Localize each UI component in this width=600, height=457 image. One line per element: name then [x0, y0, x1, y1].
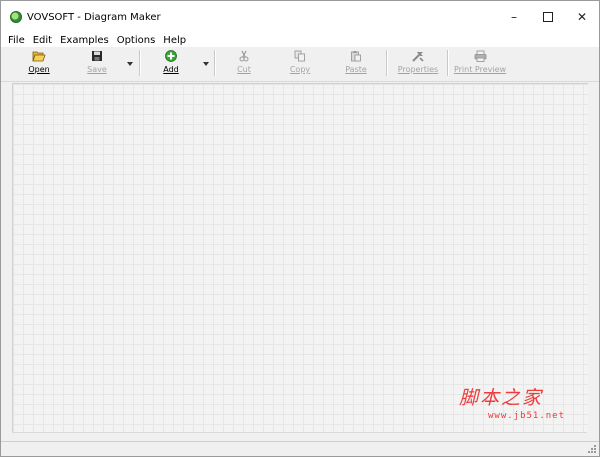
- close-button[interactable]: ✕: [565, 1, 599, 33]
- app-icon: [10, 11, 22, 23]
- copy-label: Copy: [289, 65, 311, 74]
- cut-button[interactable]: Cut: [233, 49, 255, 79]
- maximize-button[interactable]: [531, 1, 565, 33]
- clipboard-paste-icon: [348, 49, 364, 63]
- print-preview-label: Print Preview: [453, 65, 507, 74]
- menu-edit[interactable]: Edit: [29, 35, 56, 46]
- add-dropdown-arrow[interactable]: [202, 61, 209, 67]
- window-controls: – ✕: [497, 1, 599, 33]
- minimize-icon: –: [511, 10, 517, 24]
- status-bar: [1, 441, 599, 456]
- toolbar-separator: [386, 50, 388, 76]
- close-icon: ✕: [576, 10, 588, 24]
- toolbar-separator: [139, 50, 141, 76]
- copy-button[interactable]: Copy: [288, 49, 312, 79]
- vertical-scrollbar[interactable]: [588, 83, 598, 433]
- chevron-down-icon: [126, 62, 133, 66]
- floppy-disk-icon: [89, 49, 105, 63]
- window-title: VOVSOFT - Diagram Maker: [27, 11, 161, 23]
- watermark-text: 脚本之家: [459, 387, 544, 409]
- menu-examples[interactable]: Examples: [56, 35, 113, 46]
- toolbar-separator: [447, 50, 449, 76]
- toolbar-separator: [214, 50, 216, 76]
- properties-tools-icon: [410, 49, 426, 63]
- watermark-url: www.jb51.net: [488, 411, 566, 421]
- menu-bar: File Edit Examples Options Help: [1, 33, 599, 47]
- menu-help[interactable]: Help: [159, 35, 190, 46]
- printer-icon: [472, 49, 488, 63]
- app-window: VOVSOFT - Diagram Maker – ✕ File Edit Ex…: [0, 0, 600, 457]
- menu-options[interactable]: Options: [113, 35, 160, 46]
- add-label: Add: [163, 65, 179, 74]
- maximize-icon: [543, 12, 553, 22]
- scissors-icon: [236, 49, 252, 63]
- properties-button[interactable]: Properties: [398, 49, 438, 79]
- paste-label: Paste: [345, 65, 367, 74]
- resize-grip-icon[interactable]: [587, 444, 597, 454]
- title-bar: VOVSOFT - Diagram Maker – ✕: [1, 1, 599, 33]
- copy-icon: [292, 49, 308, 63]
- open-button[interactable]: Open: [27, 49, 51, 79]
- minimize-button[interactable]: –: [497, 1, 531, 33]
- print-preview-button[interactable]: Print Preview: [453, 49, 507, 79]
- toolbar: Open Save Add Cut Copy Paste Properties …: [1, 47, 599, 82]
- save-dropdown-arrow[interactable]: [126, 61, 133, 67]
- save-label: Save: [87, 65, 107, 74]
- cut-label: Cut: [237, 65, 251, 74]
- chevron-down-icon: [202, 62, 209, 66]
- add-plus-icon: [163, 49, 179, 63]
- open-label: Open: [28, 65, 50, 74]
- add-button[interactable]: Add: [159, 49, 183, 79]
- properties-label: Properties: [397, 65, 439, 74]
- folder-open-icon: [31, 49, 47, 63]
- diagram-canvas[interactable]: [12, 83, 588, 434]
- paste-button[interactable]: Paste: [343, 49, 369, 79]
- menu-file[interactable]: File: [4, 35, 29, 46]
- save-button[interactable]: Save: [85, 49, 109, 79]
